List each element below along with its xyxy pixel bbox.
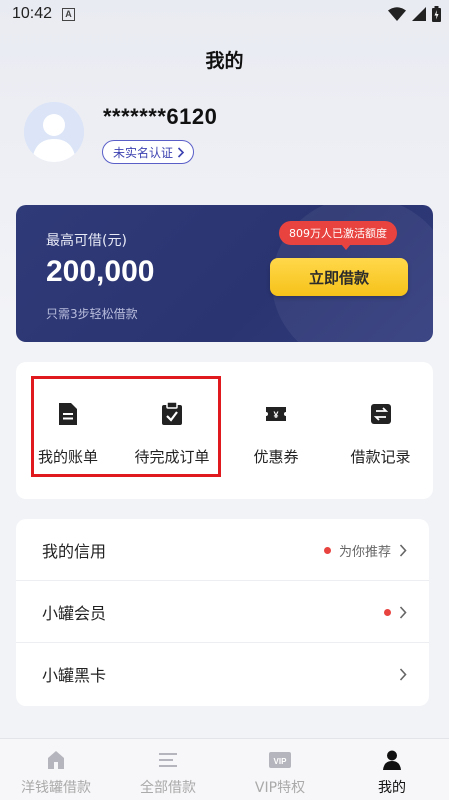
- quick-action-label: 借款记录: [350, 448, 411, 466]
- coupon-icon: ¥: [266, 407, 286, 421]
- nav-label: 洋钱罐借款: [21, 780, 91, 796]
- battery-icon: [432, 6, 441, 22]
- username: *******6120: [103, 104, 218, 129]
- quick-action-label: 我的账单: [37, 448, 98, 466]
- nav-label: VIP特权: [254, 780, 306, 796]
- menu-item-title: 小罐黑卡: [42, 666, 107, 685]
- menu-item-my-credit[interactable]: 我的信用 为你推荐: [16, 519, 429, 581]
- clipboard-check-icon: [162, 402, 182, 425]
- user-icon: [383, 750, 401, 770]
- quick-action-loan-records[interactable]: 借款记录: [328, 362, 433, 499]
- chevron-right-icon: [177, 146, 185, 158]
- menu-item-right: [384, 581, 407, 643]
- svg-text:VIP: VIP: [274, 757, 288, 766]
- activated-users-badge: 809万人已激活额度: [279, 221, 397, 250]
- notification-a-icon: A: [62, 7, 76, 21]
- menu-item-right: 为你推荐: [323, 519, 407, 581]
- signal-icon: [412, 6, 426, 21]
- menu-item-title: 小罐会员: [42, 603, 107, 623]
- quick-action-my-bill[interactable]: 我的账单: [16, 362, 120, 499]
- verify-label: 未实名认证: [113, 145, 174, 160]
- max-borrow-amount: 200,000: [46, 255, 155, 288]
- avatar-user-icon: [24, 102, 84, 162]
- identity-verify-button[interactable]: 未实名认证: [102, 140, 195, 164]
- quick-action-label: 优惠券: [253, 448, 299, 466]
- menu-item-black-card[interactable]: 小罐黑卡: [16, 643, 429, 705]
- status-icons: [388, 6, 441, 22]
- status-bar: 10:42 A: [0, 0, 449, 28]
- page-title: 我的: [205, 50, 244, 72]
- borrow-now-button[interactable]: 立即借款: [270, 258, 408, 296]
- svg-text:¥: ¥: [273, 410, 278, 420]
- nav-label: 我的: [378, 780, 406, 796]
- chevron-right-icon: [399, 605, 407, 619]
- chevron-right-icon: [399, 543, 407, 557]
- quick-action-label: 待完成订单: [134, 448, 210, 466]
- quick-actions-card: 我的账单 待完成订单 ¥ 优惠券 借款记录: [16, 362, 433, 499]
- red-dot-indicator: [384, 608, 391, 616]
- chevron-right-icon: [399, 667, 407, 681]
- menu-item-right: [399, 643, 407, 705]
- list-icon: [159, 753, 177, 767]
- avatar[interactable]: [24, 102, 84, 162]
- quick-action-coupons[interactable]: ¥ 优惠券: [224, 362, 328, 499]
- quick-action-pending-orders[interactable]: 待完成订单: [120, 362, 224, 499]
- loan-steps-hint: 只需3步轻松借款: [46, 307, 138, 321]
- bottom-nav: 洋钱罐借款 全部借款 VIP VIP特权 我的: [0, 738, 449, 800]
- home-icon: [48, 751, 64, 769]
- menu-item-hint: 为你推荐: [338, 544, 391, 560]
- vip-icon: VIP: [269, 752, 291, 768]
- nav-tab-vip[interactable]: VIP VIP特权: [224, 739, 336, 800]
- menu-list: 我的信用 为你推荐 小罐会员 小罐黑卡: [16, 519, 429, 706]
- red-dot-indicator: [323, 546, 331, 554]
- nav-tab-mine[interactable]: 我的: [336, 739, 448, 800]
- nav-tab-all-loans[interactable]: 全部借款: [112, 739, 224, 800]
- status-time: 10:42: [12, 5, 53, 22]
- nav-label: 全部借款: [140, 780, 196, 796]
- loan-card: 最高可借(元) 200,000 只需3步轻松借款 809万人已激活额度 立即借款: [16, 205, 433, 342]
- wifi-icon: [388, 6, 406, 21]
- nav-tab-home[interactable]: 洋钱罐借款: [0, 739, 112, 800]
- bill-icon: [59, 403, 77, 425]
- max-borrow-label: 最高可借(元): [46, 233, 127, 249]
- menu-item-title: 我的信用: [42, 541, 107, 561]
- menu-item-membership[interactable]: 小罐会员: [16, 581, 429, 643]
- transfer-record-icon: [370, 404, 391, 424]
